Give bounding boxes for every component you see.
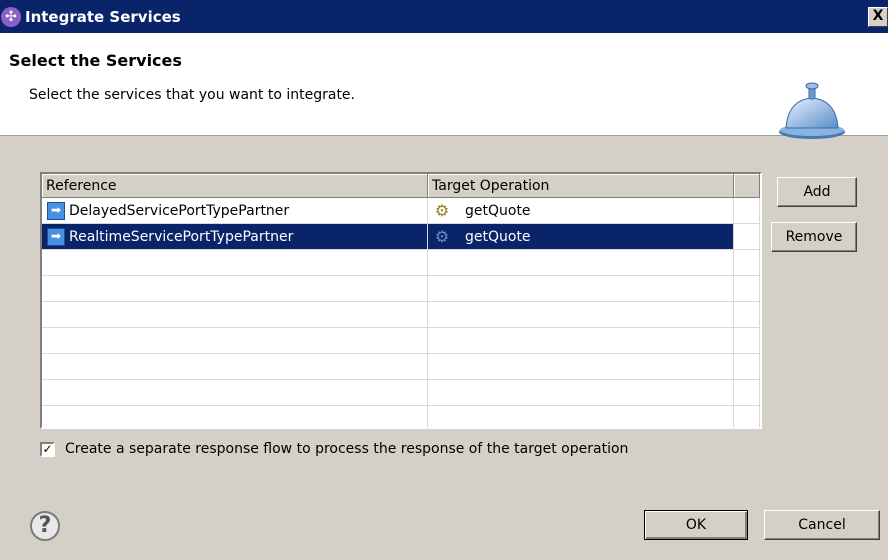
- operation-gear-icon: ⚙: [434, 200, 450, 220]
- ok-button[interactable]: OK: [644, 510, 748, 540]
- empty-table-row[interactable]: [42, 380, 760, 406]
- empty-cell: [42, 328, 428, 353]
- separate-response-flow-checkbox[interactable]: ✓: [40, 441, 55, 457]
- empty-cell: [428, 276, 734, 301]
- operation-name: getQuote: [465, 228, 531, 245]
- services-table: Reference Target Operation ➡ DelayedServ…: [40, 172, 762, 429]
- empty-cell: [42, 302, 428, 327]
- separate-response-flow-label[interactable]: Create a separate response flow to proce…: [65, 441, 628, 457]
- empty-cell: [42, 250, 428, 275]
- operation-name: getQuote: [465, 202, 531, 219]
- table-row[interactable]: ➡ DelayedServicePortTypePartner ⚙ getQuo…: [42, 198, 760, 224]
- empty-cell: [428, 328, 734, 353]
- empty-cell: [428, 406, 734, 427]
- empty-cell: [734, 302, 760, 327]
- reference-name: DelayedServicePortTypePartner: [69, 202, 290, 219]
- remove-button[interactable]: Remove: [771, 222, 857, 252]
- page-description: Select the services that you want to int…: [29, 87, 355, 103]
- empty-table-row[interactable]: [42, 276, 760, 302]
- spacer-cell: [734, 198, 760, 223]
- column-header-reference[interactable]: Reference: [42, 174, 428, 198]
- operation-cell: ⚙ getQuote: [428, 198, 734, 223]
- table-row-selected[interactable]: ➡ RealtimeServicePortTypePartner ⚙ getQu…: [42, 224, 760, 250]
- empty-table-row[interactable]: [42, 406, 760, 427]
- integrate-services-icon: ✣: [1, 6, 21, 27]
- empty-cell: [42, 380, 428, 405]
- empty-cell: [428, 380, 734, 405]
- empty-cell: [428, 250, 734, 275]
- spacer-cell: [734, 224, 760, 249]
- separate-response-flow-option[interactable]: ✓ Create a separate response flow to pro…: [40, 441, 628, 457]
- empty-cell: [42, 276, 428, 301]
- empty-cell: [428, 354, 734, 379]
- reference-cell: ➡ RealtimeServicePortTypePartner: [42, 224, 428, 249]
- empty-cell: [734, 250, 760, 275]
- column-header-target-operation[interactable]: Target Operation: [428, 174, 734, 198]
- empty-table-row[interactable]: [42, 302, 760, 328]
- empty-cell: [734, 406, 760, 427]
- partner-reference-icon: ➡: [47, 201, 65, 220]
- window-title: Integrate Services: [25, 7, 181, 26]
- title-bar: ✣ Integrate Services X: [0, 0, 888, 33]
- empty-cell: [734, 354, 760, 379]
- empty-table-row[interactable]: [42, 250, 760, 276]
- help-icon[interactable]: ?: [30, 511, 60, 541]
- reference-name: RealtimeServicePortTypePartner: [69, 228, 294, 245]
- empty-cell: [734, 380, 760, 405]
- operation-cell: ⚙ getQuote: [428, 224, 734, 249]
- close-button[interactable]: X: [868, 7, 888, 27]
- add-button[interactable]: Add: [777, 177, 857, 207]
- empty-cell: [42, 406, 428, 427]
- empty-table-row[interactable]: [42, 354, 760, 380]
- cancel-button[interactable]: Cancel: [764, 510, 880, 540]
- empty-cell: [734, 276, 760, 301]
- column-header-spacer: [734, 174, 760, 198]
- operation-gear-icon: ⚙: [434, 226, 450, 246]
- partner-reference-icon: ➡: [47, 227, 65, 246]
- empty-table-row[interactable]: [42, 328, 760, 354]
- empty-cell: [734, 328, 760, 353]
- service-bell-icon: [779, 82, 845, 139]
- reference-cell: ➡ DelayedServicePortTypePartner: [42, 198, 428, 223]
- page-title: Select the Services: [9, 51, 182, 70]
- empty-cell: [42, 354, 428, 379]
- wizard-header: Select the Services Select the services …: [0, 33, 888, 139]
- table-header: Reference Target Operation: [42, 174, 760, 198]
- empty-cell: [428, 302, 734, 327]
